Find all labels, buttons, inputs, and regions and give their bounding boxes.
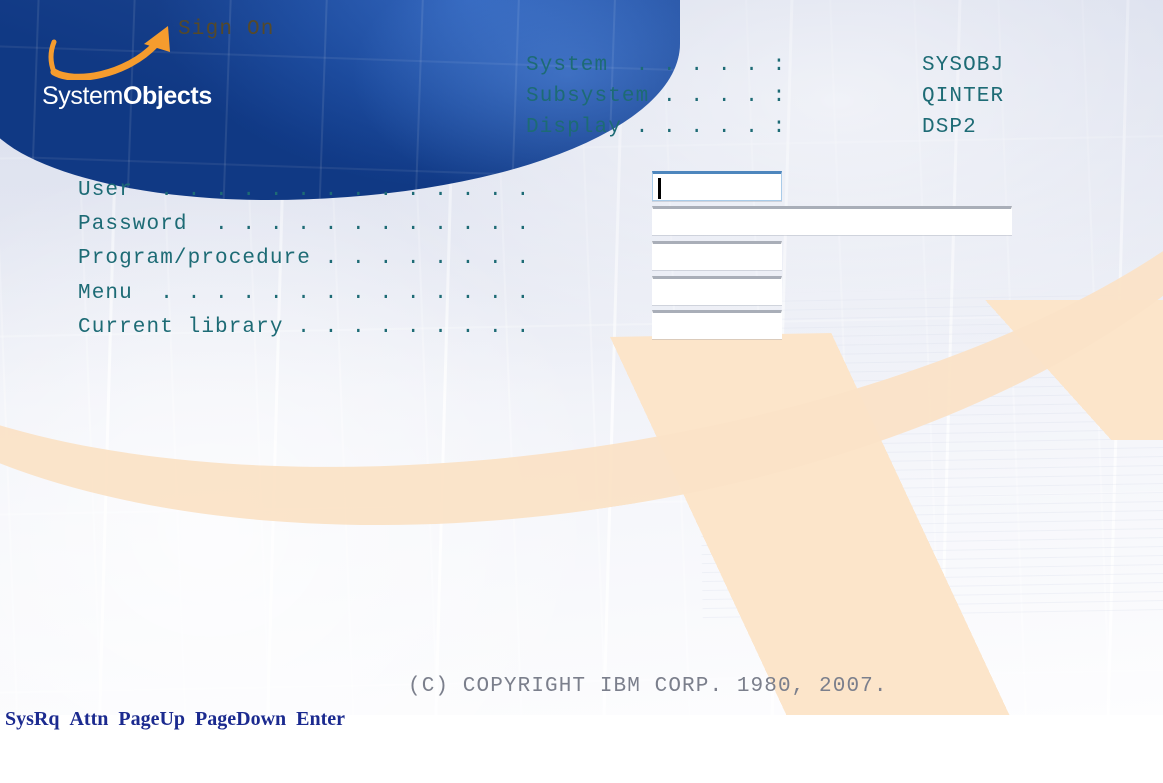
display-info-row: Display . . . . . :: [526, 112, 786, 143]
terminal-text-layer: System . . . . . : SYSOBJ Subsystem . . …: [0, 0, 1163, 783]
text-cursor: [658, 178, 661, 199]
current-library-input[interactable]: [652, 310, 782, 339]
system-info-row: System . . . . . :: [526, 50, 786, 81]
copyright-notice: (C) COPYRIGHT IBM CORP. 1980, 2007.: [408, 675, 888, 698]
pageup-label: PageUp: [118, 707, 186, 730]
function-key-bar: SysRq Attn PageUp PageDown Enter: [0, 703, 350, 735]
subsystem-info-row: Subsystem . . . . :: [526, 81, 786, 112]
attn-button[interactable]: Attn: [64, 704, 113, 734]
password-input[interactable]: [652, 206, 1012, 235]
display-label: Display . . . . . :: [526, 116, 787, 139]
user-label: User . . . . . . . . . . . . . .: [78, 179, 531, 202]
subsystem-label: Subsystem . . . . :: [526, 85, 787, 108]
system-value: SYSOBJ: [922, 54, 1005, 77]
subsystem-value: QINTER: [922, 85, 1005, 108]
pageup-button[interactable]: PageUp: [113, 704, 190, 734]
sign-on-screen: SystemObjects Sign On System . . . . . :…: [0, 0, 1163, 783]
password-label: Password . . . . . . . . . . . .: [78, 213, 531, 236]
display-value: DSP2: [922, 116, 977, 139]
system-label: System . . . . . :: [526, 54, 787, 77]
program-procedure-input[interactable]: [652, 241, 782, 270]
enter-label: Enter: [296, 707, 346, 730]
menu-label: Menu . . . . . . . . . . . . . .: [78, 282, 531, 305]
pagedown-label: PageDown: [195, 707, 287, 730]
sysrq-button[interactable]: SysRq: [0, 704, 64, 734]
attn-label: Attn: [69, 707, 109, 730]
user-input[interactable]: [652, 171, 782, 201]
program-procedure-label: Program/procedure . . . . . . . .: [78, 247, 531, 270]
enter-button[interactable]: Enter: [291, 704, 350, 734]
pagedown-button[interactable]: PageDown: [190, 704, 291, 734]
menu-input[interactable]: [652, 276, 782, 305]
current-library-label: Current library . . . . . . . . .: [78, 316, 531, 339]
sysrq-label: SysRq: [5, 707, 60, 730]
